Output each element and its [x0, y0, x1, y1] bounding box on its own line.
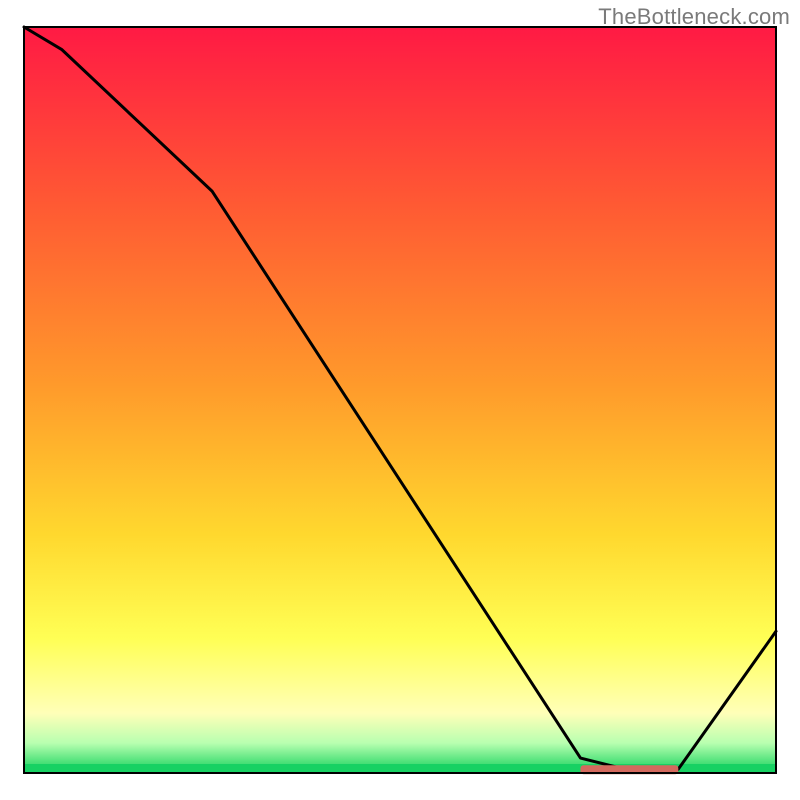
bottleneck-chart: [0, 0, 800, 800]
gradient-background: [24, 27, 776, 773]
chart-container: TheBottleneck.com: [0, 0, 800, 800]
watermark-text: TheBottleneck.com: [598, 4, 790, 30]
